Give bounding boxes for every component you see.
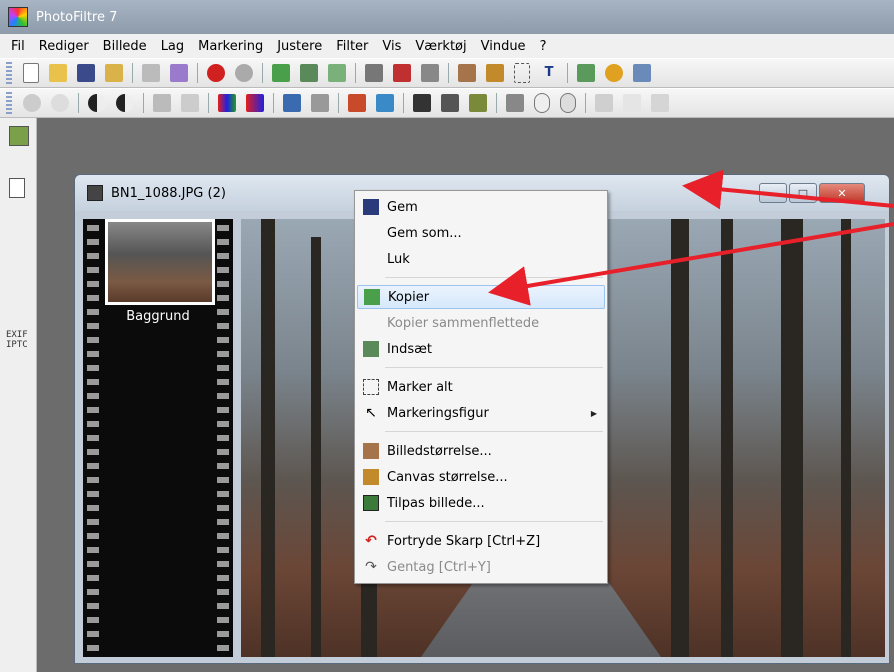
arrow-to-titlebar — [682, 169, 894, 210]
arrow-to-kopier — [488, 222, 894, 306]
annotation-arrows — [488, 169, 894, 306]
